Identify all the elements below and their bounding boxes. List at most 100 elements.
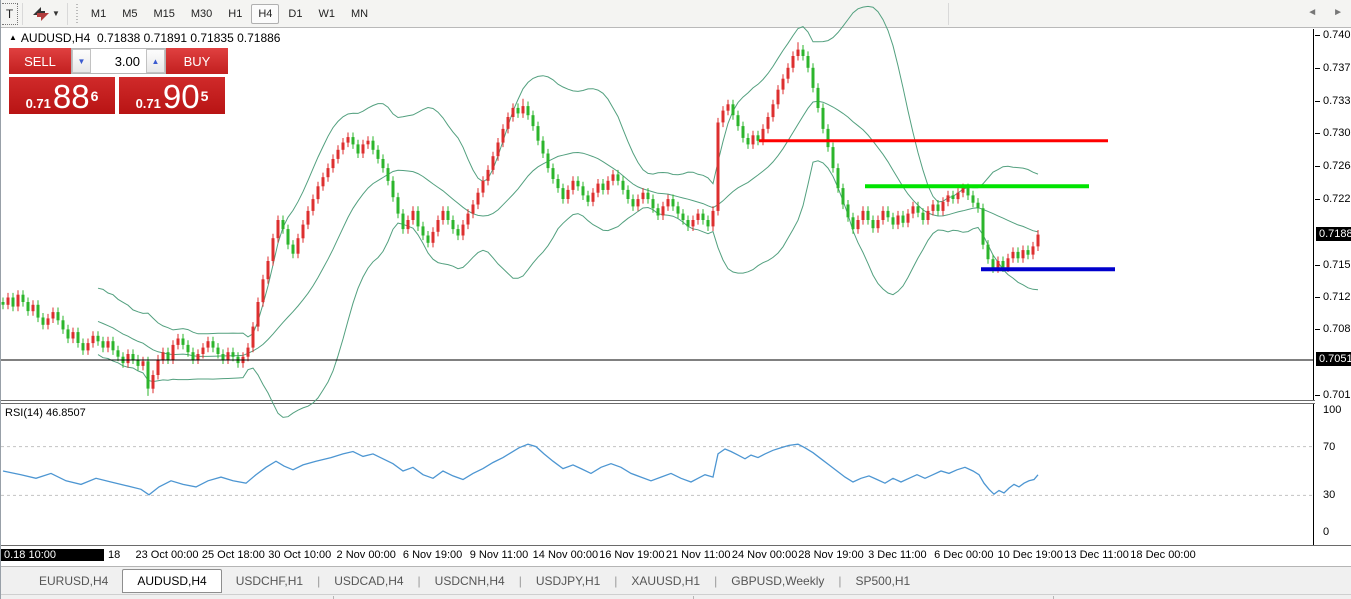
candle-body (276, 220, 280, 239)
candle-body (1026, 250, 1030, 255)
candle-body (576, 180, 580, 187)
candle-body (336, 149, 340, 159)
candle-body (876, 220, 880, 229)
candle-body (401, 213, 405, 230)
candle-body (186, 344, 190, 353)
candle-body (811, 67, 815, 88)
candle-body (536, 126, 540, 141)
candle-body (841, 188, 845, 205)
candle-body (31, 304, 35, 312)
candle-body (461, 224, 465, 236)
candle-body (291, 244, 295, 254)
candle-body (271, 238, 275, 261)
candle-body (711, 210, 715, 227)
sell-price-sup: 6 (90, 88, 99, 104)
candle-body (906, 213, 910, 223)
pane-splitter[interactable] (1, 400, 1351, 401)
candle-body (1011, 251, 1015, 259)
time-axis[interactable]: 0.18 10:00 18 23 Oct 00:00 25 Oct 18:00 30 O… (1, 546, 1314, 565)
chart-tab-audusd[interactable]: AUDUSD,H4 (122, 568, 222, 593)
candle-body (446, 210, 450, 220)
scroll-left-icon[interactable]: ◄ (1307, 7, 1317, 18)
candle-body (531, 115, 535, 127)
chart-tab-usdcnh[interactable]: USDCNH,H4 (421, 570, 519, 592)
chart-tab-gbpusd[interactable]: GBPUSD,Weekly (717, 570, 838, 592)
candle-body (951, 195, 955, 199)
timeframe-m15[interactable]: M15 (146, 4, 181, 24)
buy-price-tile[interactable]: 0.71 90 5 (119, 77, 225, 114)
volume-input[interactable]: 3.00 (91, 49, 146, 73)
candle-body (331, 159, 335, 169)
candle-body (311, 199, 315, 211)
candle-body (766, 117, 770, 129)
rsi-chart[interactable] (1, 403, 1314, 545)
candle-body (726, 104, 730, 111)
candle-body (441, 210, 445, 220)
price-tick-mark (1315, 296, 1320, 298)
timeframe-m5[interactable]: M5 (115, 4, 144, 24)
candle-body (1006, 258, 1010, 268)
chart-tab-sp500[interactable]: SP500,H1 (842, 570, 925, 592)
candle-body (586, 195, 590, 202)
candle-body (171, 344, 175, 360)
candle-body (646, 192, 650, 200)
arrange-arrows-icon[interactable] (31, 5, 51, 23)
volume-decrease-button[interactable]: ▼ (72, 49, 91, 73)
sell-button[interactable]: SELL (9, 48, 71, 74)
timeframe-h4[interactable]: H4 (251, 3, 280, 24)
candle-body (926, 210, 930, 220)
volume-increase-button[interactable]: ▲ (146, 49, 165, 73)
candle-body (366, 140, 370, 145)
candle-body (516, 107, 520, 114)
candle-body (556, 179, 560, 189)
candle-body (616, 174, 620, 181)
chart-tab-usdjpy[interactable]: USDJPY,H1 (522, 570, 614, 592)
chart-tab-xauusd[interactable]: XAUUSD,H1 (617, 570, 714, 592)
sell-price-tile[interactable]: 0.71 88 6 (9, 77, 115, 114)
candle-body (1, 302, 5, 305)
candle-body (506, 117, 510, 129)
candle-body (861, 210, 865, 220)
text-tool-button[interactable]: T (2, 2, 18, 25)
timeframe-h1[interactable]: H1 (221, 4, 249, 24)
candle-body (301, 224, 305, 239)
timeframe-d1[interactable]: D1 (281, 4, 309, 24)
candle-body (686, 220, 690, 227)
scroll-right-icon[interactable]: ► (1333, 7, 1343, 18)
price-tick-label: 0.72280 (1323, 193, 1351, 206)
candle-body (641, 192, 645, 200)
chart-tab-eurusd[interactable]: EURUSD,H4 (25, 570, 122, 592)
candle-body (901, 215, 905, 223)
price-tick-mark (1315, 67, 1320, 69)
candle-body (626, 189, 630, 199)
timeframe-mn[interactable]: MN (344, 4, 375, 24)
candle-body (321, 177, 325, 187)
tab-scroll-arrows: ◄ ► (1307, 7, 1343, 18)
symbol-period: AUDUSD,H4 (20, 31, 91, 45)
candle-body (541, 140, 545, 154)
candle-body (666, 199, 670, 207)
candle-body (856, 220, 860, 230)
candle-body (426, 235, 430, 243)
price-axis[interactable]: 0.74080 0.73720 0.73360 0.73000 0.72640 0.722… (1315, 29, 1351, 545)
timeframe-m1[interactable]: M1 (84, 4, 113, 24)
candle-body (751, 135, 755, 145)
candle-body (651, 199, 655, 209)
candle-body (421, 226, 425, 236)
candle-body (871, 220, 875, 229)
chart-tab-usdchf[interactable]: USDCHF,H1 (222, 570, 317, 592)
candle-body (656, 208, 660, 216)
time-tick-label: 24 Nov 00:00 (731, 549, 798, 561)
candle-body (986, 244, 990, 260)
candle-body (681, 213, 685, 220)
chevron-down-icon[interactable]: ▼ (52, 9, 60, 18)
buy-button[interactable]: BUY (166, 48, 228, 74)
time-tick-label: 6 Dec 00:00 (934, 549, 994, 561)
candle-body (886, 210, 890, 218)
time-tick-label: 9 Nov 11:00 (469, 549, 529, 561)
toolbar-drag-handle[interactable] (74, 3, 80, 24)
timeframe-w1[interactable]: W1 (311, 4, 342, 24)
candle-body (81, 343, 85, 351)
timeframe-m30[interactable]: M30 (184, 4, 219, 24)
chart-tab-usdcad[interactable]: USDCAD,H4 (320, 570, 417, 592)
